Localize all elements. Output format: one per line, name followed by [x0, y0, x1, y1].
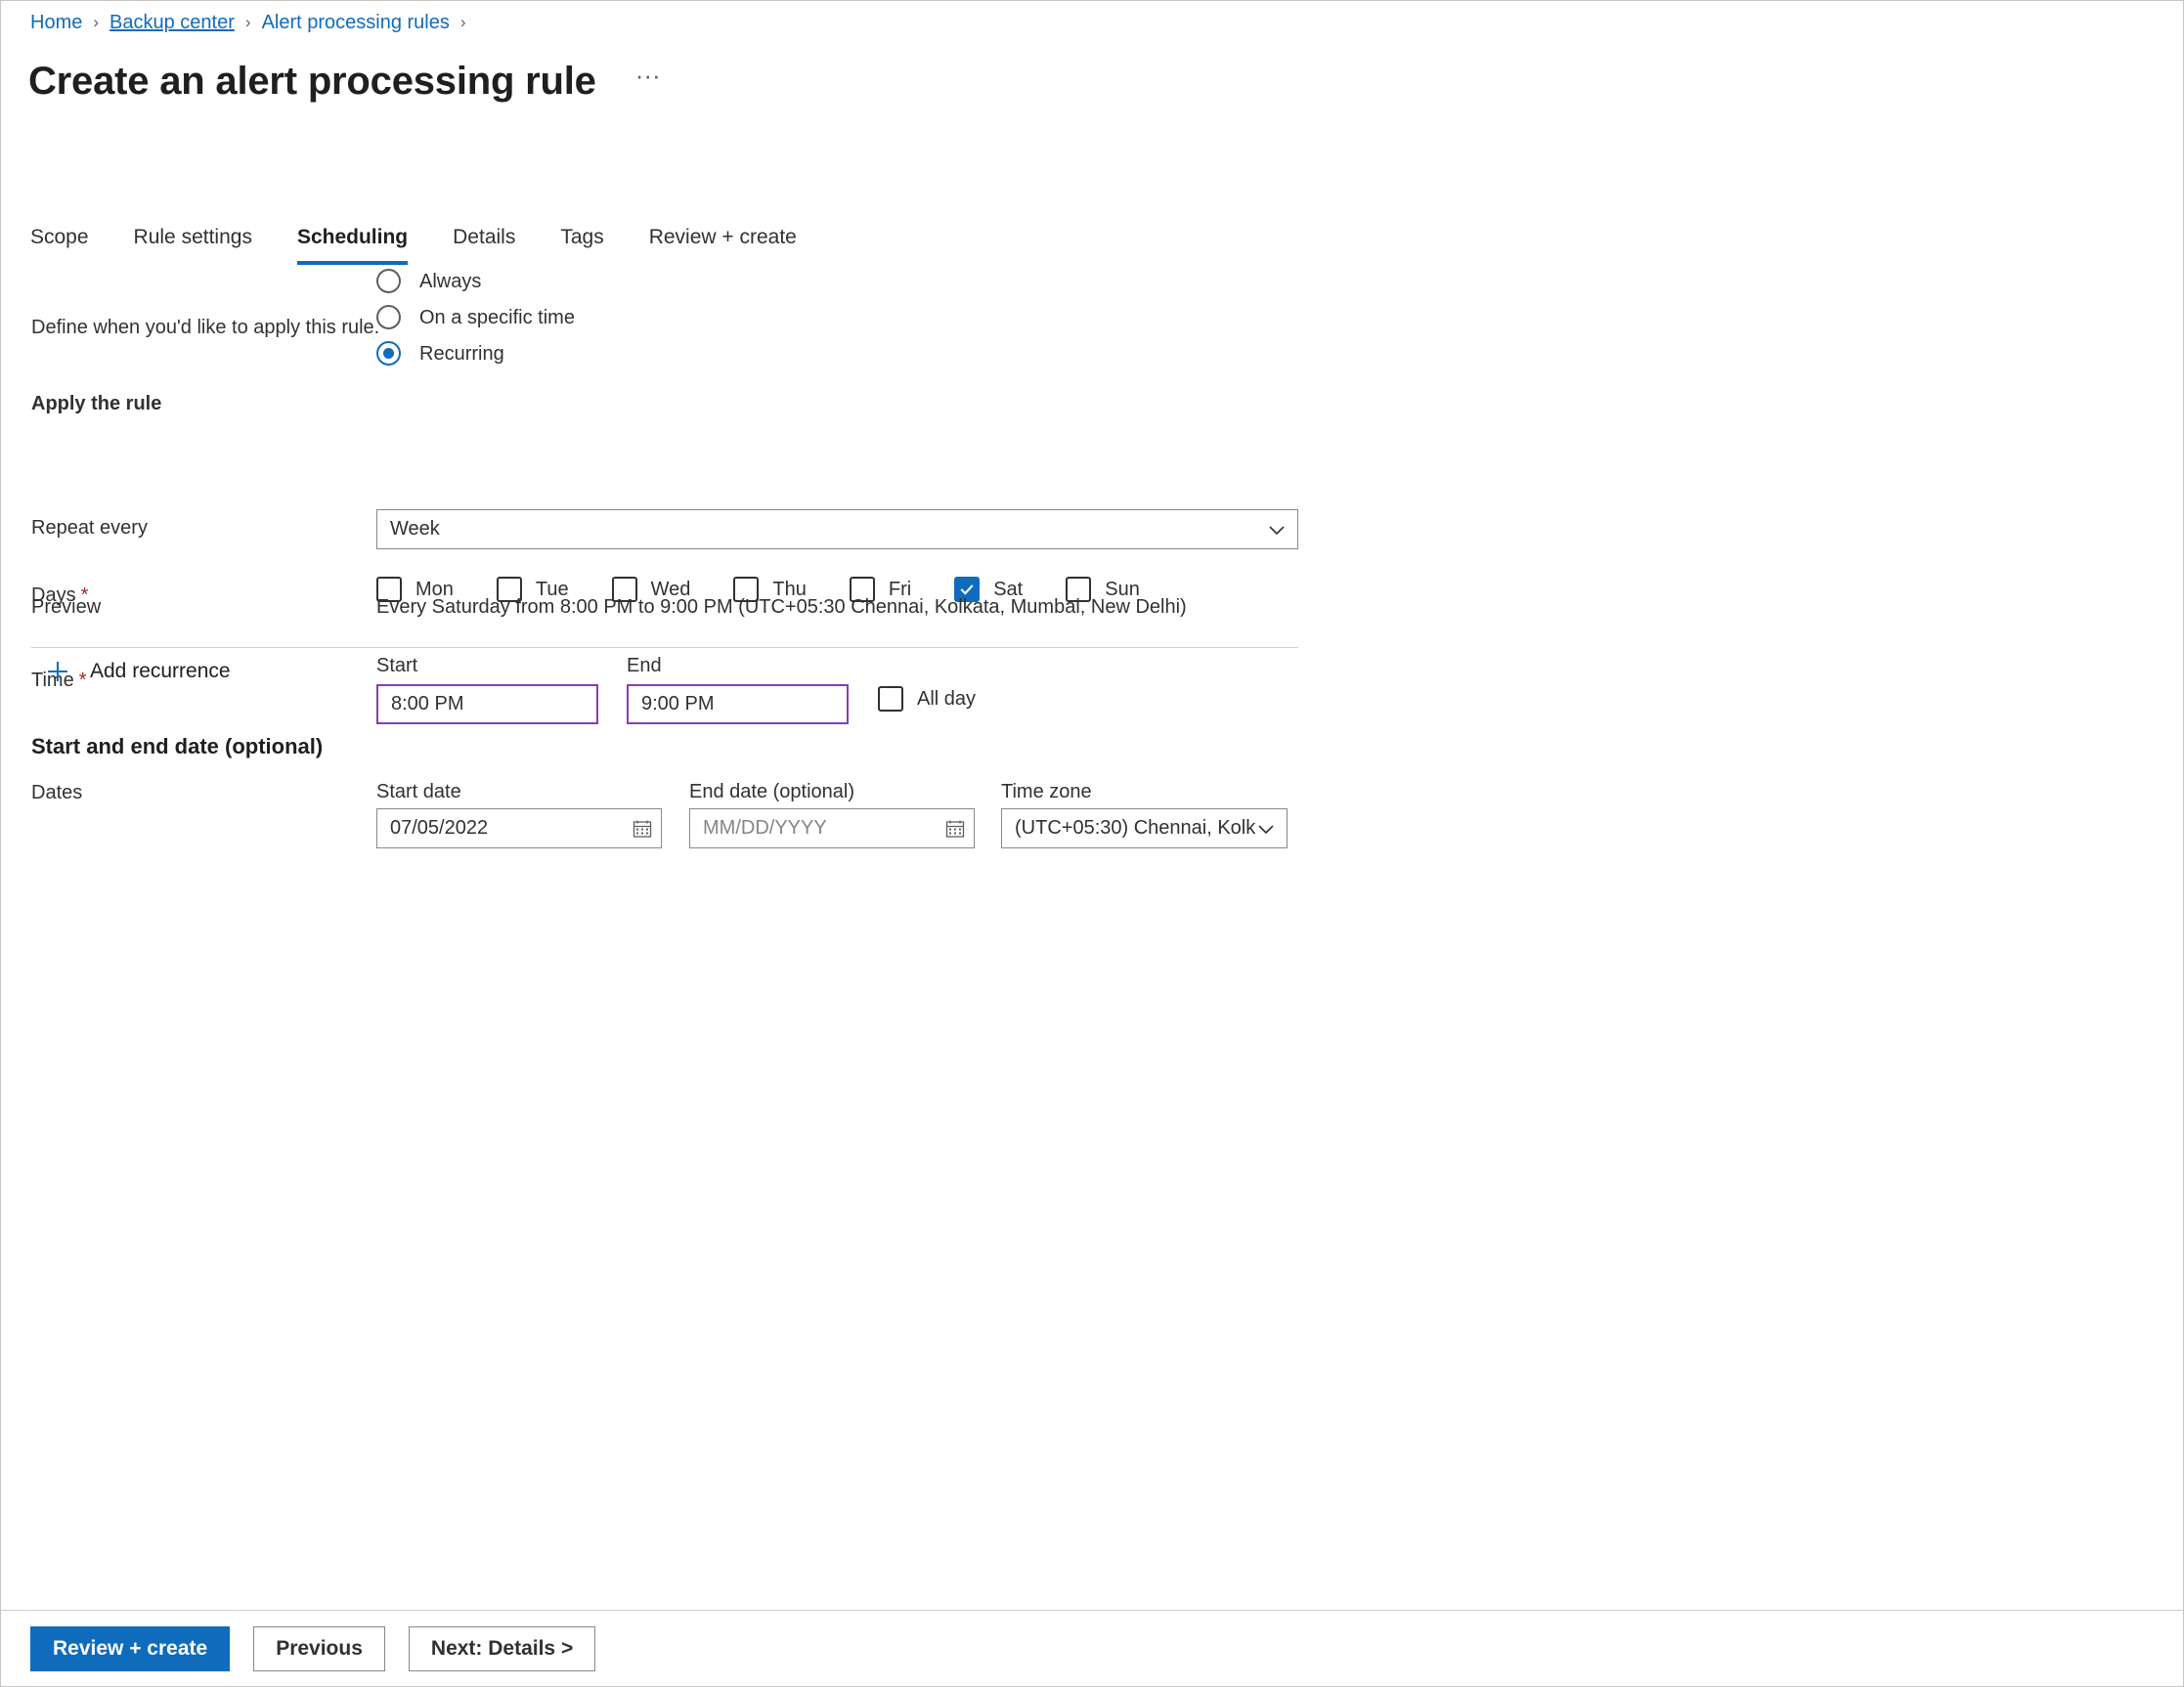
time-zone-label: Time zone [1001, 781, 1092, 802]
preview-label: Preview [31, 596, 102, 618]
next-details-button[interactable]: Next: Details > [408, 1626, 596, 1671]
checkbox-label-all-day: All day [917, 688, 977, 710]
repeat-every-dropdown[interactable]: Week [376, 509, 1298, 549]
radio-circle-icon [376, 269, 401, 293]
repeat-every-label: Repeat every [31, 517, 148, 539]
radio-recurring[interactable]: Recurring [376, 335, 575, 371]
wizard-tabs: Scope Rule settings Scheduling Details T… [30, 224, 797, 265]
radio-always[interactable]: Always [376, 263, 575, 299]
section-divider [31, 647, 1298, 648]
calendar-icon[interactable] [944, 818, 966, 840]
radio-label-on-a-specific-time: On a specific time [419, 306, 575, 328]
end-date-input[interactable]: MM/DD/YYYY [689, 808, 975, 848]
end-time-input[interactable]: 9:00 PM [627, 684, 849, 724]
footer-action-bar: Review + create Previous Next: Details > [1, 1611, 2183, 1686]
add-recurrence-button[interactable]: Add recurrence [45, 658, 231, 685]
calendar-icon[interactable] [632, 818, 653, 840]
start-date-label: Start date [376, 781, 461, 802]
checkbox-box-icon [878, 686, 903, 712]
create-alert-processing-rule-page: Home › Backup center › Alert processing … [0, 0, 2184, 1687]
plus-icon [45, 659, 70, 684]
dates-label: Dates [31, 782, 83, 803]
start-time-input[interactable]: 8:00 PM [376, 684, 598, 724]
start-time-value: 8:00 PM [391, 693, 464, 714]
end-date-placeholder: MM/DD/YYYY [703, 817, 827, 839]
breadcrumb-separator: › [244, 13, 251, 31]
start-time-label: Start [376, 655, 418, 676]
end-date-label: End date (optional) [689, 781, 855, 802]
checkbox-all-day[interactable]: All day [878, 685, 976, 713]
repeat-every-value: Week [390, 518, 440, 540]
radio-circle-selected-icon [376, 341, 401, 366]
breadcrumb-item-alert-processing-rules[interactable]: Alert processing rules [262, 9, 450, 36]
start-date-input[interactable]: 07/05/2022 [376, 808, 662, 848]
review-create-button[interactable]: Review + create [30, 1626, 231, 1671]
chevron-down-icon [1266, 519, 1288, 541]
apply-the-rule-radio-group: Always On a specific time Recurring [376, 263, 575, 371]
radio-label-recurring: Recurring [419, 342, 504, 365]
apply-the-rule-label: Apply the rule [31, 393, 162, 414]
time-zone-value: (UTC+05:30) Chennai, Kolka... [1015, 817, 1255, 839]
breadcrumb-separator: › [459, 13, 466, 31]
title-row: Create an alert processing rule ··· [28, 58, 661, 105]
tab-details[interactable]: Details [453, 224, 515, 265]
start-date-value: 07/05/2022 [390, 817, 489, 839]
tab-scheduling[interactable]: Scheduling [296, 224, 409, 265]
tab-scope[interactable]: Scope [30, 224, 89, 265]
radio-label-always: Always [419, 270, 482, 292]
preview-text: Every Saturday from 8:00 PM to 9:00 PM (… [376, 596, 1187, 618]
breadcrumb: Home › Backup center › Alert processing … [30, 9, 477, 36]
breadcrumb-item-home[interactable]: Home [30, 9, 82, 36]
tab-rule-settings[interactable]: Rule settings [134, 224, 252, 265]
end-time-label: End [627, 655, 662, 676]
more-options-icon[interactable]: ··· [635, 63, 661, 96]
start-end-date-heading: Start and end date (optional) [31, 734, 324, 758]
tab-tags[interactable]: Tags [560, 224, 603, 265]
radio-circle-icon [376, 305, 401, 329]
add-recurrence-label: Add recurrence [90, 660, 231, 682]
intro-text: Define when you'd like to apply this rul… [31, 317, 380, 338]
tab-review-create[interactable]: Review + create [649, 224, 797, 265]
radio-on-a-specific-time[interactable]: On a specific time [376, 299, 575, 335]
page-title: Create an alert processing rule [28, 60, 596, 103]
end-time-value: 9:00 PM [641, 693, 715, 714]
previous-button[interactable]: Previous [253, 1626, 385, 1671]
time-zone-dropdown[interactable]: (UTC+05:30) Chennai, Kolka... [1001, 808, 1288, 848]
breadcrumb-item-backup-center[interactable]: Backup center [109, 9, 235, 36]
chevron-down-icon [1255, 818, 1277, 840]
all-day-checkbox-group: All day [878, 685, 976, 713]
breadcrumb-separator: › [93, 13, 100, 31]
